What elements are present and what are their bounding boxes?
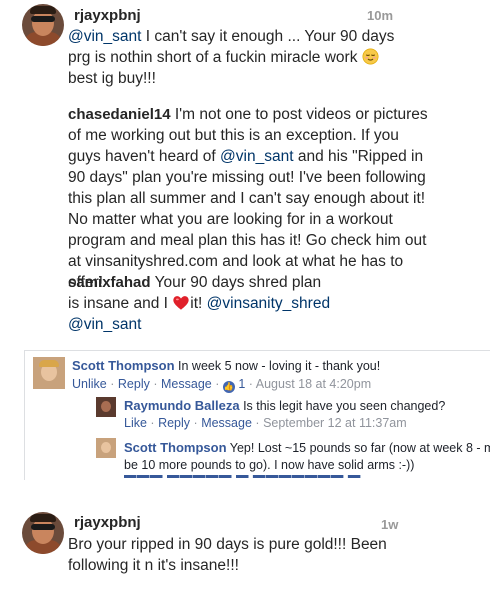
comment-text: Is this legit have you seen changed? [239,399,446,413]
avatar[interactable] [96,438,116,458]
cut-off-meta-row: ▬▬▬ ▬▬▬▬▬ ▬ ▬▬▬▬▬▬▬ ▬ ▬▬▬▬▬▬▬▬ ▬▬ ▬▬▬▬▬ [124,475,424,480]
message-link[interactable]: Message [161,377,212,391]
red-heart-icon [173,296,189,310]
divider [24,350,25,480]
comment-body: samixfahad Your 90 days shred plan is in… [68,274,331,333]
mention-link[interactable]: @vin_sant [68,28,141,45]
avatar[interactable] [96,397,116,417]
message-link[interactable]: Message [201,416,252,430]
commenter-name[interactable]: Scott Thompson [72,358,175,373]
relieved-face-icon [362,48,379,65]
unlike-link[interactable]: Unlike [72,377,107,391]
comment-text: In week 5 now - loving it - thank you! [174,359,381,373]
comment-username[interactable]: rjayxpbnj [74,7,141,24]
comment-timestamp: 10m [367,8,394,23]
comment-timestamp: 1w [381,517,399,532]
comment-body: @vin_sant I can't say it enough ... Your… [68,28,395,87]
mention-link[interactable]: @vinsanity_shred [207,295,330,312]
comment-body: chasedaniel14 I'm not one to post videos… [68,106,428,291]
comment-date[interactable]: September 12 at 11:37am [263,416,407,430]
like-link[interactable]: Like [124,416,147,430]
avatar[interactable] [22,4,64,46]
comment-username[interactable]: rjayxpbnj [74,514,141,531]
comment-text: be 10 more pounds to go). I now have sol… [124,458,415,472]
comment-username[interactable]: samixfahad [68,274,151,291]
avatar[interactable] [33,357,65,389]
like-count[interactable]: 1 [238,377,245,391]
divider [24,350,490,351]
commenter-name[interactable]: Raymundo Balleza [124,398,240,413]
comment-username[interactable]: chasedaniel14 [68,106,171,123]
mention-link[interactable]: @vin_sant [220,148,293,165]
comment-date[interactable]: August 18 at 4:20pm [256,377,371,391]
commenter-name[interactable]: Scott Thompson [124,440,227,455]
mention-link[interactable]: @vin_sant [68,316,141,333]
comment-text: Yep! Lost ~15 pounds so far (now at week… [226,441,490,455]
embedded-facebook-comments: Scott Thompson In week 5 now - loving it… [0,350,490,480]
avatar[interactable] [22,512,64,554]
reply-link[interactable]: Reply [118,377,150,391]
reply-link[interactable]: Reply [158,416,190,430]
comment-body: Bro your ripped in 90 days is pure gold!… [68,536,387,574]
like-icon: 👍 [222,381,235,393]
